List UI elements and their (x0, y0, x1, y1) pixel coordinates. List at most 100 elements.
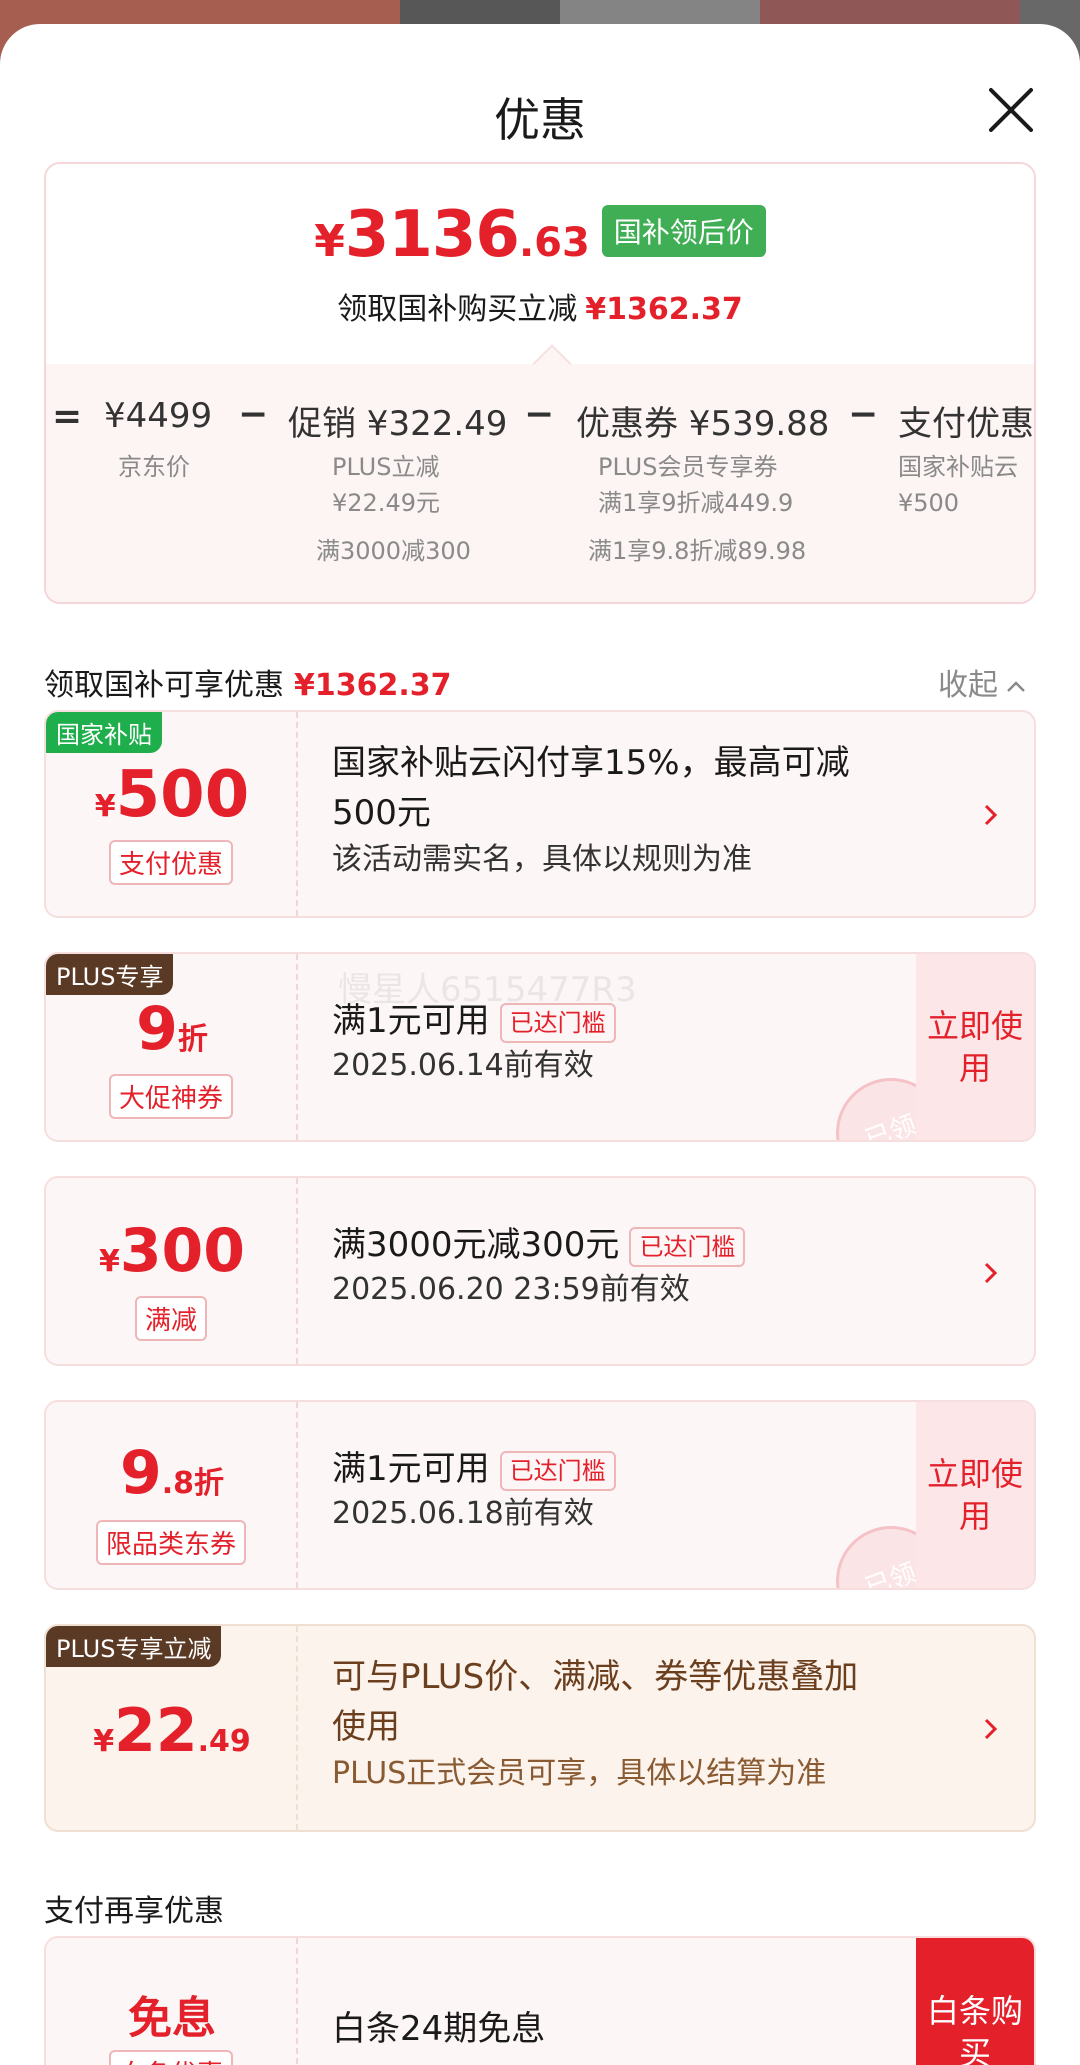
coupon-details: 可与PLUS价、满减、券等优惠叠加 使用 PLUS正式会员可享，具体以结算为准 (332, 1652, 858, 1794)
coupon-card-baitiao[interactable]: 免息 白条优惠 白条24期免息 白条购买 (44, 1936, 1036, 2065)
coupon-title-cont: 使用 (332, 1707, 400, 1747)
discount-unit: 折 (194, 1466, 225, 1501)
coupon-card-plus-discount[interactable]: PLUS专享 9折 大促神券 慢星人6515477R3 满1元可用 已达门槛 20… (44, 952, 1036, 1142)
discount-decimal: .8 (161, 1466, 195, 1501)
promo-amount: 促销 ¥322.49 (288, 404, 508, 444)
coupon-threshold-text: 满1元可用 (332, 1001, 490, 1041)
final-price: ¥ 3136 .63 国补领后价 (46, 198, 1034, 272)
collapse-toggle[interactable]: 收起 (938, 660, 1028, 704)
coupon-expiry: 2025.06.18前有效 (332, 1496, 594, 1531)
coupon-type-pill: 满减 (134, 1296, 208, 1341)
coupon-note-9: 满1享9折减449.9 (598, 489, 794, 517)
chevron-up-icon (1007, 680, 1025, 692)
coupon-amount: 22 (114, 1696, 198, 1766)
coupon-threshold: 满1元可用 已达门槛 (332, 996, 616, 1046)
subsidy-section-heading: 领取国补可享优惠 ¥1362.37 (44, 660, 452, 704)
interest-free-label: 免息 (128, 1993, 216, 2044)
coupon-threshold-text: 满3000元减300元 (332, 1225, 620, 1265)
jd-price: ¥4499 (104, 396, 213, 436)
payment-note-gov: 国家补贴云 (898, 453, 1018, 481)
baitiao-buy-button[interactable]: 白条购买 (916, 1938, 1034, 2065)
price-breakdown: = ¥4499 京东价 − 促销 ¥322.49 PLUS立减 ¥22.49元 … (46, 364, 1034, 602)
subsidy-reduction-label: 领取国补购买立减 (337, 292, 578, 327)
coupon-expiry: 2025.06.20 23:59前有效 (332, 1272, 690, 1307)
coupon-value-panel: ¥300 满减 (46, 1178, 298, 1364)
threshold-met-badge: 已达门槛 (499, 1002, 616, 1043)
coupon-details: 国家补贴云闪付享15%，最高可减 500元 该活动需实名，具体以规则为准 (332, 738, 850, 880)
discount-unit: 折 (177, 1022, 208, 1057)
sheet-title: 优惠 (494, 93, 586, 147)
coupon-details: 满1元可用 已达门槛 2025.06.18前有效 (332, 1444, 616, 1534)
coupon-amount: 优惠券 ¥539.88 (576, 404, 830, 444)
coupon-value: ¥22.49 (46, 1696, 298, 1766)
discount-sheet: 优惠 ¥ 3136 .63 国补领后价 领取国补购买立减 ¥1362.37 = ¥… (0, 24, 1080, 2065)
coupon-card-plus-reduction[interactable]: PLUS专享立减 ¥22.49 可与PLUS价、满减、券等优惠叠加 使用 PLU… (44, 1624, 1036, 1832)
coupon-currency: ¥ (98, 1244, 120, 1279)
coupon-expiry: 2025.06.14前有效 (332, 1048, 594, 1083)
close-button[interactable] (985, 84, 1037, 136)
subsidy-reduction-text: 领取国补购买立减 ¥1362.37 (46, 284, 1034, 328)
plus-reduction-tag: PLUS专享立减 (46, 1626, 222, 1667)
coupon-card-full-reduction[interactable]: ¥300 满减 满3000元减300元 已达门槛 2025.06.20 23:59… (44, 1176, 1036, 1366)
coupon-value: ¥500 (46, 758, 298, 832)
baitiao-title: 白条24期免息 (332, 2009, 546, 2049)
coupon-value-panel: 9.8折 限品类东券 (46, 1402, 298, 1588)
coupon-type-pill: 白条优惠 (108, 2050, 234, 2065)
discount-number: 9 (136, 994, 178, 1064)
plus-exclusive-tag: PLUS专享 (46, 954, 174, 995)
discount-number: 9 (119, 1438, 162, 1508)
coupon-note-plus: PLUS会员专享券 (598, 453, 778, 481)
subsidy-reduction-amount: ¥1362.37 (585, 292, 743, 327)
promo-note-threshold: 满3000减300 (316, 537, 471, 565)
chevron-right-icon[interactable] (980, 1256, 1002, 1290)
chevron-right-icon[interactable] (980, 1712, 1002, 1746)
coupon-title: 可与PLUS价、满减、券等优惠叠加 (332, 1657, 859, 1697)
payment-section-title: 支付再享优惠 (44, 1894, 224, 1929)
coupon-value-panel: 国家补贴 ¥500 支付优惠 (46, 712, 298, 916)
coupon-title: 国家补贴云闪付享15%，最高可减 (332, 743, 850, 783)
collapse-label: 收起 (938, 668, 998, 703)
coupon-note-98: 满1享9.8折减89.98 (588, 537, 807, 565)
coupon-decimal: .49 (197, 1724, 251, 1759)
coupon-value: 9.8折 (46, 1438, 298, 1508)
coupon-value: ¥300 (46, 1216, 298, 1286)
coupon-amount: 300 (119, 1216, 246, 1286)
coupon-card-gov-subsidy[interactable]: 国家补贴 ¥500 支付优惠 国家补贴云闪付享15%，最高可减 500元 该活动… (44, 710, 1036, 918)
price-summary: ¥ 3136 .63 国补领后价 领取国补购买立减 ¥1362.37 = ¥449… (44, 162, 1036, 604)
price-decimal: .63 (518, 220, 590, 266)
minus-sign: − (238, 394, 269, 435)
price-integer: 3136 (344, 198, 520, 272)
promo-note-plus: PLUS立减 (332, 453, 440, 481)
coupon-threshold: 满1元可用 已达门槛 (332, 1444, 616, 1494)
chevron-right-icon[interactable] (980, 798, 1002, 832)
minus-sign: − (848, 394, 879, 435)
coupon-value-panel: 免息 白条优惠 (46, 1938, 298, 2065)
jd-price-label: 京东价 (118, 453, 190, 481)
use-now-button[interactable]: 立即使用 (916, 1402, 1034, 1588)
coupon-rule: PLUS正式会员可享，具体以结算为准 (332, 1756, 827, 1791)
equals-sign: = (52, 396, 83, 437)
subsidy-section-amount: ¥1362.37 (294, 668, 452, 703)
coupon-value-panel: PLUS专享 9折 大促神券 (46, 954, 298, 1140)
coupon-type-pill: 限品类东券 (95, 1520, 247, 1565)
coupon-rule: 该活动需实名，具体以规则为准 (332, 842, 752, 877)
subsidy-section-title: 领取国补可享优惠 (44, 668, 284, 703)
coupon-title-cont: 500元 (332, 793, 431, 833)
coupon-threshold-text: 满1元可用 (332, 1449, 490, 1489)
coupon-card-category-discount[interactable]: 9.8折 限品类东券 满1元可用 已达门槛 2025.06.18前有效 已领 立即… (44, 1400, 1036, 1590)
use-now-button[interactable]: 立即使用 (916, 954, 1034, 1140)
gov-subsidy-tag: 国家补贴 (46, 712, 162, 753)
gov-subsidy-price-tag: 国补领后价 (601, 205, 766, 257)
coupon-value-panel: PLUS专享立减 ¥22.49 (46, 1626, 298, 1830)
coupon-currency: ¥ (93, 1724, 115, 1759)
coupon-type-pill: 大促神券 (108, 1074, 234, 1119)
threshold-met-badge: 已达门槛 (499, 1450, 616, 1491)
coupon-currency: ¥ (94, 789, 116, 824)
coupon-details: 白条24期免息 (332, 2004, 545, 2054)
coupon-threshold: 满3000元减300元 已达门槛 (332, 1220, 746, 1270)
coupon-value: 9折 (46, 994, 298, 1064)
coupon-type-pill: 支付优惠 (108, 840, 234, 885)
payment-note-amount: ¥500 (898, 489, 960, 517)
threshold-met-badge: 已达门槛 (629, 1226, 746, 1267)
promo-note-amount: ¥22.49元 (332, 489, 440, 517)
